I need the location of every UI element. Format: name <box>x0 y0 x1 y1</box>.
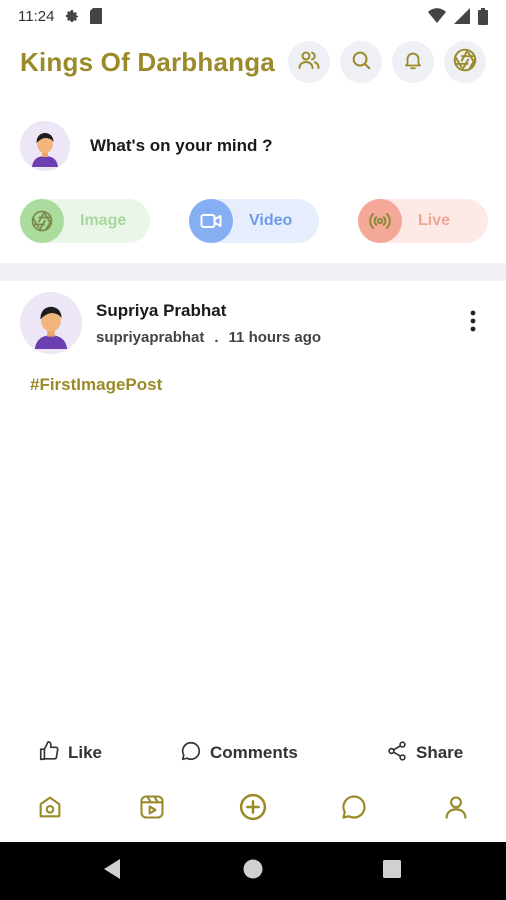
search-icon <box>350 49 372 76</box>
battery-icon <box>478 7 488 25</box>
back-triangle-icon <box>102 858 122 885</box>
nav-profile[interactable] <box>438 791 474 827</box>
system-navigation-bar <box>0 842 506 900</box>
nav-reels[interactable] <box>134 791 170 827</box>
camera-settings-button[interactable] <box>444 41 486 83</box>
thumbs-up-icon <box>38 740 60 767</box>
broadcast-icon <box>358 199 402 243</box>
composer-prompt[interactable]: What's on your mind ? <box>90 136 273 156</box>
wifi-icon <box>428 8 446 24</box>
bell-icon <box>402 49 424 76</box>
app-title: Kings Of Darbhanga <box>20 46 275 77</box>
post-composer[interactable]: What's on your mind ? <box>20 120 486 172</box>
share-label: Share <box>416 743 464 762</box>
signal-icon <box>454 8 470 24</box>
nav-chat[interactable] <box>336 791 372 827</box>
video-label: Video <box>249 212 293 229</box>
header-actions <box>288 41 486 83</box>
post-hashtag[interactable]: #FirstImagePost <box>30 375 162 395</box>
avatar <box>20 121 70 171</box>
post-timestamp: 11 hours ago <box>228 328 322 346</box>
section-divider <box>0 263 506 281</box>
comments-label: Comments <box>210 743 298 762</box>
search-button[interactable] <box>340 41 382 83</box>
reels-icon <box>138 793 166 826</box>
friends-button[interactable] <box>288 41 330 83</box>
status-time: 11:24 <box>18 7 55 25</box>
bottom-navigation <box>0 783 506 833</box>
system-back-button[interactable] <box>82 842 142 900</box>
video-camera-icon <box>189 199 233 243</box>
share-button[interactable]: Share <box>386 740 463 767</box>
post-author-avatar[interactable] <box>20 292 82 354</box>
app-header: Kings Of Darbhanga <box>0 36 506 88</box>
image-label: Image <box>80 212 127 229</box>
post-reactions: Like Comments Share <box>0 735 506 771</box>
video-post-button[interactable]: Video <box>189 199 319 243</box>
post-separator: . <box>214 328 219 346</box>
system-home-button[interactable] <box>223 842 283 900</box>
share-icon <box>386 740 408 767</box>
settings-icon <box>64 8 80 24</box>
home-circle-icon <box>242 858 264 885</box>
like-label: Like <box>68 743 103 762</box>
status-bar: 11:24 <box>0 0 506 32</box>
comment-icon <box>180 740 202 767</box>
live-post-button[interactable]: Live <box>358 199 488 243</box>
post-username[interactable]: supriyaprabhat <box>96 329 204 346</box>
image-post-button[interactable]: Image <box>20 199 150 243</box>
aperture-icon <box>20 199 64 243</box>
comments-button[interactable]: Comments <box>180 740 298 767</box>
post-options-button[interactable] <box>460 303 486 343</box>
home-icon <box>36 793 64 826</box>
sim-card-icon <box>90 8 103 24</box>
aperture-icon <box>452 47 478 78</box>
system-recents-button[interactable] <box>362 842 422 900</box>
notifications-button[interactable] <box>392 41 434 83</box>
add-icon <box>238 792 268 827</box>
chat-icon <box>340 793 368 826</box>
profile-icon <box>442 793 470 826</box>
post-header: Supriya Prabhat supriyaprabhat . 11 hour… <box>20 292 486 354</box>
users-icon <box>297 48 321 77</box>
like-button[interactable]: Like <box>38 740 102 767</box>
live-label: Live <box>418 212 451 229</box>
post-subline: supriyaprabhat . 11 hours ago <box>96 329 321 346</box>
recents-square-icon <box>382 859 402 884</box>
nav-home[interactable] <box>32 791 68 827</box>
more-vertical-icon <box>470 310 476 337</box>
post-type-actions: Image Video Live <box>20 199 488 243</box>
post-meta: Supriya Prabhat supriyaprabhat . 11 hour… <box>96 301 321 346</box>
nav-create-post[interactable] <box>235 791 271 827</box>
post-author-name[interactable]: Supriya Prabhat <box>96 301 321 321</box>
